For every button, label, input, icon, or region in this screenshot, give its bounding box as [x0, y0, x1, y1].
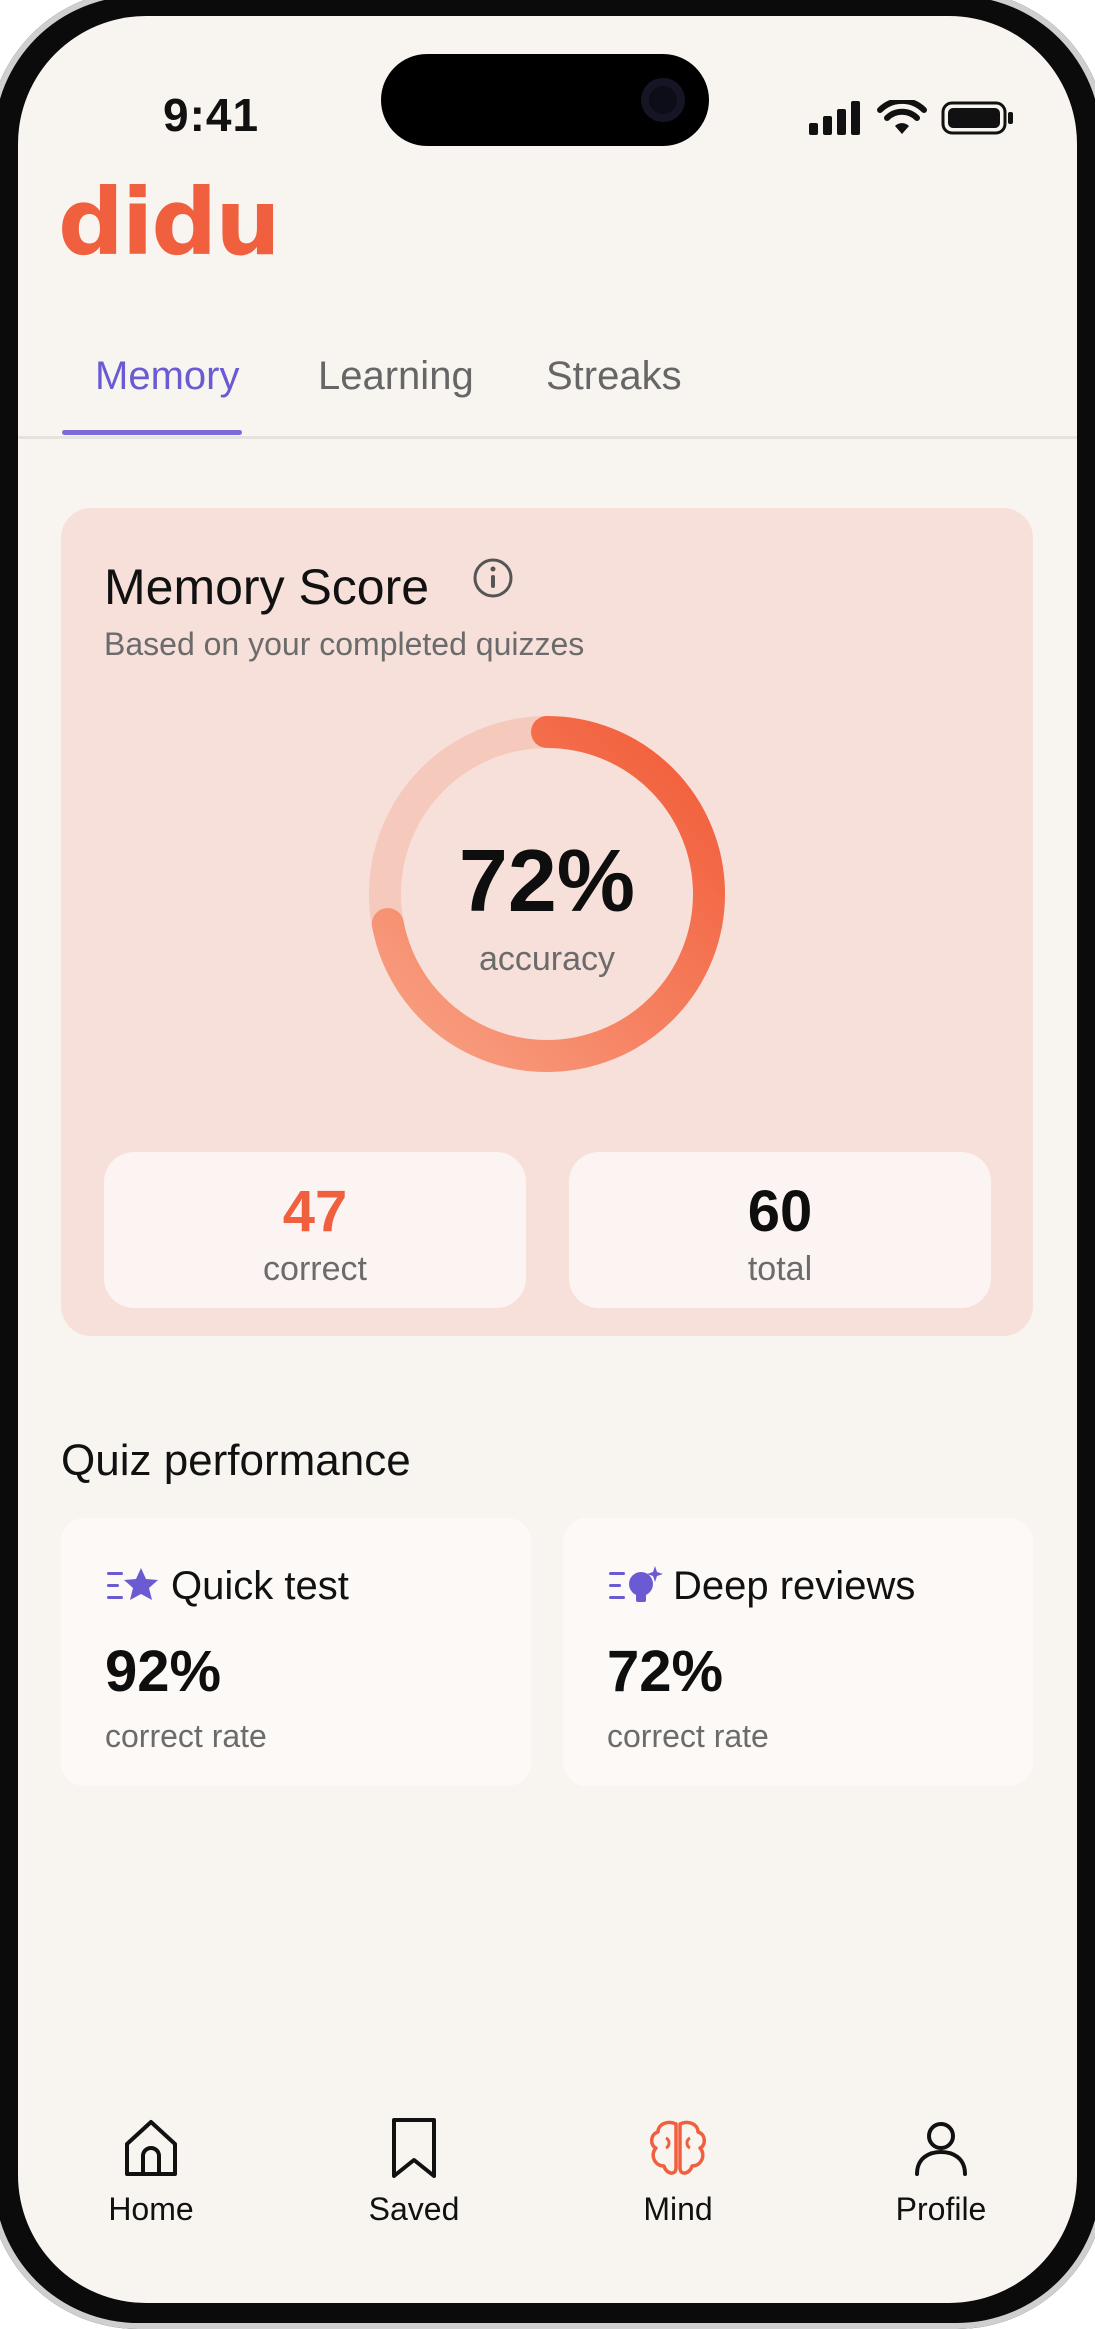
nav-profile[interactable]: Profile [861, 2116, 1021, 2228]
star-list-icon [107, 1568, 158, 1600]
deep-reviews-label: correct rate [607, 1718, 769, 1754]
tab-learning[interactable]: Learning [318, 354, 474, 399]
bookmark-icon [392, 2118, 436, 2178]
tab-memory[interactable]: Memory [95, 354, 239, 399]
accuracy-value: 72% [458, 831, 636, 930]
bottom-nav: Home Saved Mind Profile [18, 2096, 1077, 2303]
dynamic-island [381, 54, 709, 146]
bulb-list-icon [609, 1566, 663, 1602]
brain-icon [650, 2120, 706, 2175]
wifi-icon [877, 100, 927, 134]
accuracy-label: accuracy [478, 940, 616, 978]
logo-text: didu [58, 176, 278, 276]
quick-test-value: 92% [105, 1639, 222, 1704]
nav-home-label: Home [108, 2191, 194, 2227]
cellular-signal-icon [809, 101, 860, 135]
deep-reviews-value: 72% [607, 1639, 724, 1704]
deep-reviews-name: Deep reviews [673, 1564, 916, 1608]
memory-score-card: Memory Score Based on your completed qui… [61, 508, 1033, 1336]
phone-frame: 9:41 didu Memory Learning Streaks Memory… [0, 0, 1095, 2329]
deep-reviews-card[interactable]: Deep reviews 72% correct rate [563, 1518, 1033, 1786]
tab-bar: Memory Learning Streaks [18, 344, 1077, 439]
camera-icon [641, 78, 685, 122]
correct-stat: 47 correct [104, 1152, 526, 1308]
info-icon[interactable] [471, 556, 515, 600]
active-tab-indicator [62, 430, 242, 435]
app-logo: didu [58, 169, 281, 281]
correct-count: 47 [282, 1179, 348, 1244]
correct-label: correct [263, 1250, 367, 1288]
nav-saved[interactable]: Saved [334, 2116, 494, 2228]
home-icon [125, 2120, 177, 2176]
battery-icon [941, 101, 1013, 135]
user-icon [915, 2122, 967, 2176]
nav-profile-label: Profile [895, 2191, 987, 2227]
nav-mind-label: Mind [643, 2191, 713, 2227]
nav-mind[interactable]: Mind [598, 2116, 758, 2228]
status-icons [807, 100, 1015, 136]
status-time: 9:41 [163, 89, 260, 141]
nav-saved-label: Saved [368, 2191, 460, 2227]
tab-streaks[interactable]: Streaks [546, 354, 682, 399]
quick-test-card[interactable]: Quick test 92% correct rate [61, 1518, 531, 1786]
app-screen: 9:41 didu Memory Learning Streaks Memory… [18, 16, 1077, 2303]
quick-test-label: correct rate [105, 1718, 267, 1754]
quiz-performance-title: Quiz performance [61, 1436, 411, 1485]
total-stat: 60 total [569, 1152, 991, 1308]
nav-home[interactable]: Home [71, 2116, 231, 2228]
memory-score-subtitle: Based on your completed quizzes [104, 626, 585, 662]
quick-test-name: Quick test [171, 1564, 349, 1608]
total-count: 60 [747, 1179, 813, 1244]
total-label: total [747, 1250, 813, 1288]
memory-score-title: Memory Score [104, 559, 430, 615]
